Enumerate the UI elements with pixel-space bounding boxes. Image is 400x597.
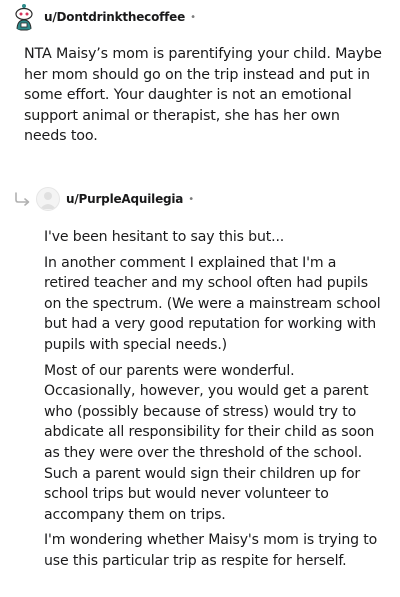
reply-body: I've been hesitant to say this but... In… [44, 227, 384, 577]
reply-paragraph: In another comment I explained that I'm … [44, 254, 381, 353]
separator-dot: • [188, 193, 195, 205]
reply-username[interactable]: u/PurpleAquilegia [66, 192, 183, 206]
comment-body: NTA Maisy’s mom is parentifying your chi… [24, 44, 384, 152]
comment-text: NTA Maisy’s mom is parentifying your chi… [24, 46, 382, 145]
user-avatar-icon[interactable] [10, 3, 38, 31]
reply-paragraph: Most of our parents were wonderful. Occa… [44, 362, 375, 523]
reply-paragraph: I'm wondering whether Maisy's mom is try… [44, 532, 378, 569]
reply-header: u/PurpleAquilegia • [14, 186, 194, 212]
reply-arrow-icon [14, 191, 32, 207]
separator-dot: • [190, 11, 196, 23]
comment-username[interactable]: u/Dontdrinkthecoffee [44, 10, 185, 24]
default-avatar-icon[interactable] [36, 187, 60, 211]
reply-paragraph: I've been hesitant to say this but... [44, 229, 285, 245]
comment-header: u/Dontdrinkthecoffee • [10, 3, 196, 31]
